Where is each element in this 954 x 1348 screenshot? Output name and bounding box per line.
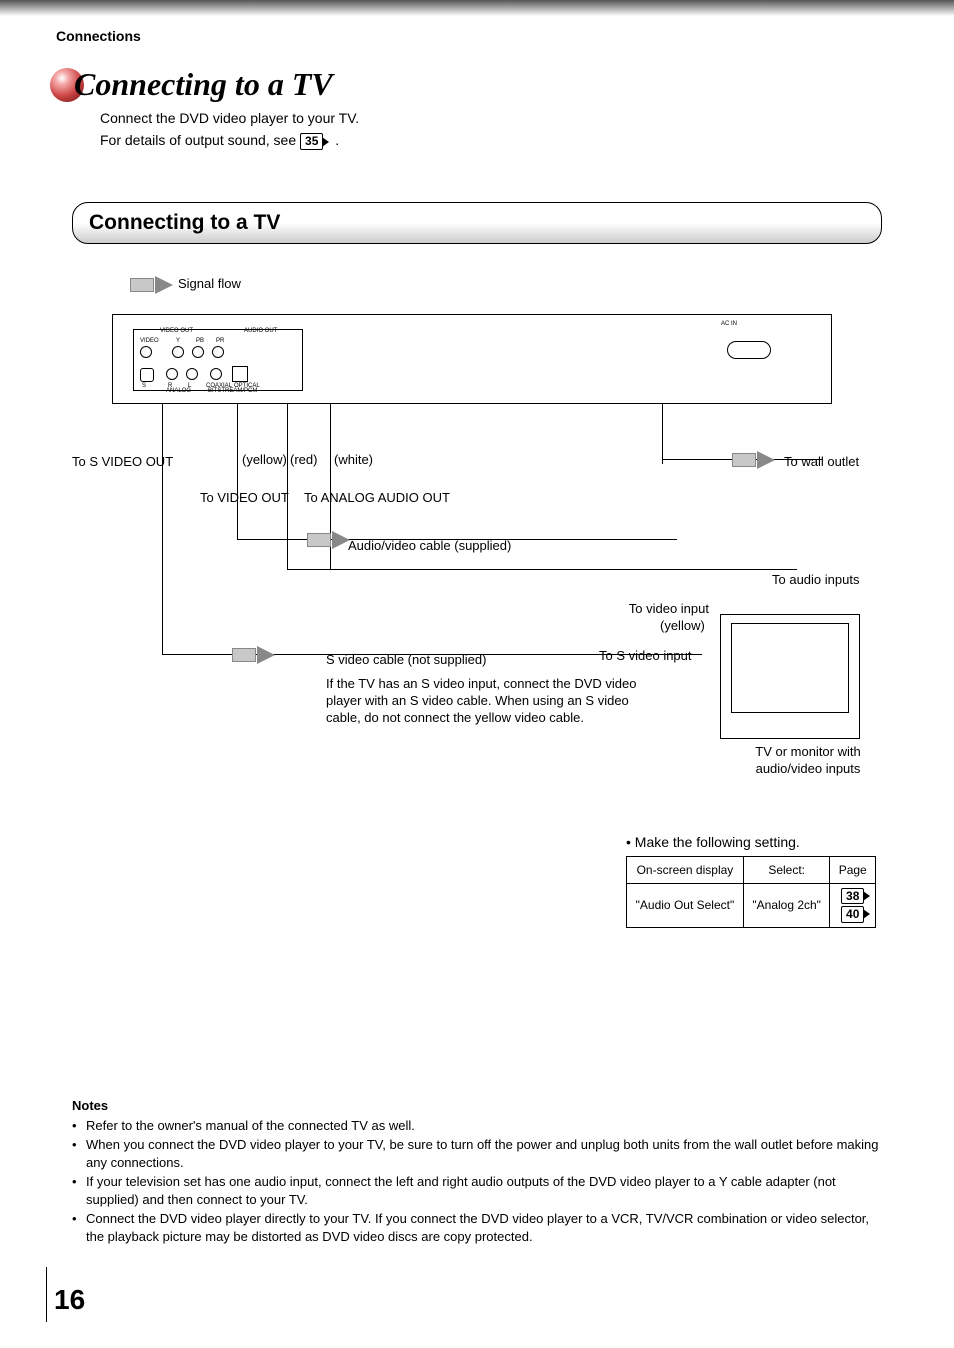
table-row: "Audio Out Select" "Analog 2ch" 38 40 (627, 883, 876, 927)
setting-bullet-text: Make the following setting. (635, 834, 800, 850)
page-ref-35: 35 (300, 133, 323, 149)
legend-box-icon (130, 278, 154, 292)
port-bit: BITSTREAM/PCM (208, 388, 257, 394)
tv-box (720, 614, 860, 739)
settings-table: On-screen display Select: Page "Audio Ou… (626, 856, 876, 928)
page-number: 16 (54, 1284, 85, 1316)
list-item: Connect the DVD video player directly to… (72, 1210, 882, 1245)
jack-icon (166, 368, 178, 380)
line (662, 404, 663, 464)
flow-box-icon (307, 533, 331, 547)
page-ref-40: 40 (841, 906, 864, 922)
page-divider (46, 1267, 47, 1322)
svideo-hint: If the TV has an S video input, connect … (326, 676, 656, 727)
port-pb: PB (196, 338, 204, 344)
red-label-1: (red) (290, 452, 317, 467)
page-ref-38: 38 (841, 888, 864, 904)
connection-diagram: Signal flow VIDEO OUT AUDIO OUT VIDEO Y … (72, 274, 882, 804)
port-panel: VIDEO OUT AUDIO OUT VIDEO Y PB PR S R L … (133, 329, 303, 391)
line (237, 539, 677, 540)
white-label-1: (white) (334, 452, 373, 467)
list-item: When you connect the DVD video player to… (72, 1136, 882, 1171)
jack-icon (192, 346, 204, 358)
flow-arrow-icon (257, 646, 275, 664)
legend-arrow-icon (155, 276, 173, 294)
list-item: If your television set has one audio inp… (72, 1173, 882, 1208)
jack-icon (210, 368, 222, 380)
subtitle-2a: For details of output sound, see (100, 132, 300, 148)
port-y: Y (176, 338, 180, 344)
jack-icon (212, 346, 224, 358)
line (287, 569, 797, 570)
tv-caption: TV or monitor with audio/video inputs (728, 744, 888, 778)
list-item: Refer to the owner's manual of the conne… (72, 1117, 882, 1135)
top-gradient (0, 0, 954, 16)
port-s: S (142, 383, 146, 389)
ac-plug-icon (727, 341, 771, 359)
to-wall-label: To wall outlet (784, 454, 859, 469)
setting-h3: Page (830, 856, 876, 883)
jack-icon (172, 346, 184, 358)
notes-list: Refer to the owner's manual of the conne… (72, 1117, 882, 1246)
to-video-out-label: To VIDEO OUT (200, 490, 270, 505)
subtitle-block: Connect the DVD video player to your TV.… (100, 107, 954, 152)
subtitle-line-1: Connect the DVD video player to your TV. (100, 107, 954, 129)
flow-box-icon (732, 453, 756, 467)
setting-c2: "Analog 2ch" (743, 883, 830, 927)
notes-title: Notes (72, 1098, 882, 1113)
flow-box-icon (232, 648, 256, 662)
port-video: VIDEO (140, 338, 159, 344)
notes-block: Notes Refer to the owner's manual of the… (72, 1098, 882, 1246)
setting-h2: Select: (743, 856, 830, 883)
line (287, 404, 288, 569)
ac-in-label: AC IN (721, 321, 737, 327)
to-audio-inputs-label: To audio inputs (772, 572, 859, 587)
page-title: Connecting to a TV (74, 66, 333, 103)
setting-h1: On-screen display (627, 856, 744, 883)
s-jack-icon (140, 368, 154, 382)
opt-jack-icon (232, 366, 248, 382)
av-cable-label: Audio/video cable (supplied) (348, 538, 511, 553)
setting-c1: "Audio Out Select" (627, 883, 744, 927)
port-pr: PR (216, 338, 224, 344)
port-video-out: VIDEO OUT (160, 328, 193, 334)
yellow-label-2: (yellow) (660, 618, 705, 633)
table-row: On-screen display Select: Page (627, 856, 876, 883)
to-svideo-out-label: To S VIDEO OUT (72, 454, 152, 469)
port-analog: ANALOG (166, 388, 191, 394)
jack-icon (140, 346, 152, 358)
setting-bullet: • Make the following setting. (626, 834, 876, 850)
section-heading-bar: Connecting to a TV (72, 202, 882, 244)
flow-arrow-icon (332, 531, 350, 549)
to-analog-audio-out-label: To ANALOG AUDIO OUT (304, 490, 450, 505)
section-heading: Connecting to a TV (89, 211, 865, 235)
tv-screen (731, 623, 849, 713)
setting-c3: 38 40 (830, 883, 876, 927)
to-svideo-input-label: To S video input (599, 648, 692, 663)
flow-arrow-icon (757, 451, 775, 469)
title-row: Connecting to a TV (50, 66, 954, 103)
dvd-player-box: VIDEO OUT AUDIO OUT VIDEO Y PB PR S R L … (112, 314, 832, 404)
port-audio-out: AUDIO OUT (244, 328, 277, 334)
line (162, 404, 163, 654)
to-video-input-label: To video input (619, 601, 709, 616)
jack-icon (186, 368, 198, 380)
header-section-label: Connections (56, 28, 954, 44)
yellow-label-1: (yellow) (242, 452, 287, 467)
subtitle-2b: . (335, 132, 339, 148)
settings-block: • Make the following setting. On-screen … (626, 834, 876, 928)
legend-label: Signal flow (178, 276, 241, 291)
subtitle-line-2: For details of output sound, see 35 . (100, 129, 954, 151)
line (237, 404, 238, 539)
